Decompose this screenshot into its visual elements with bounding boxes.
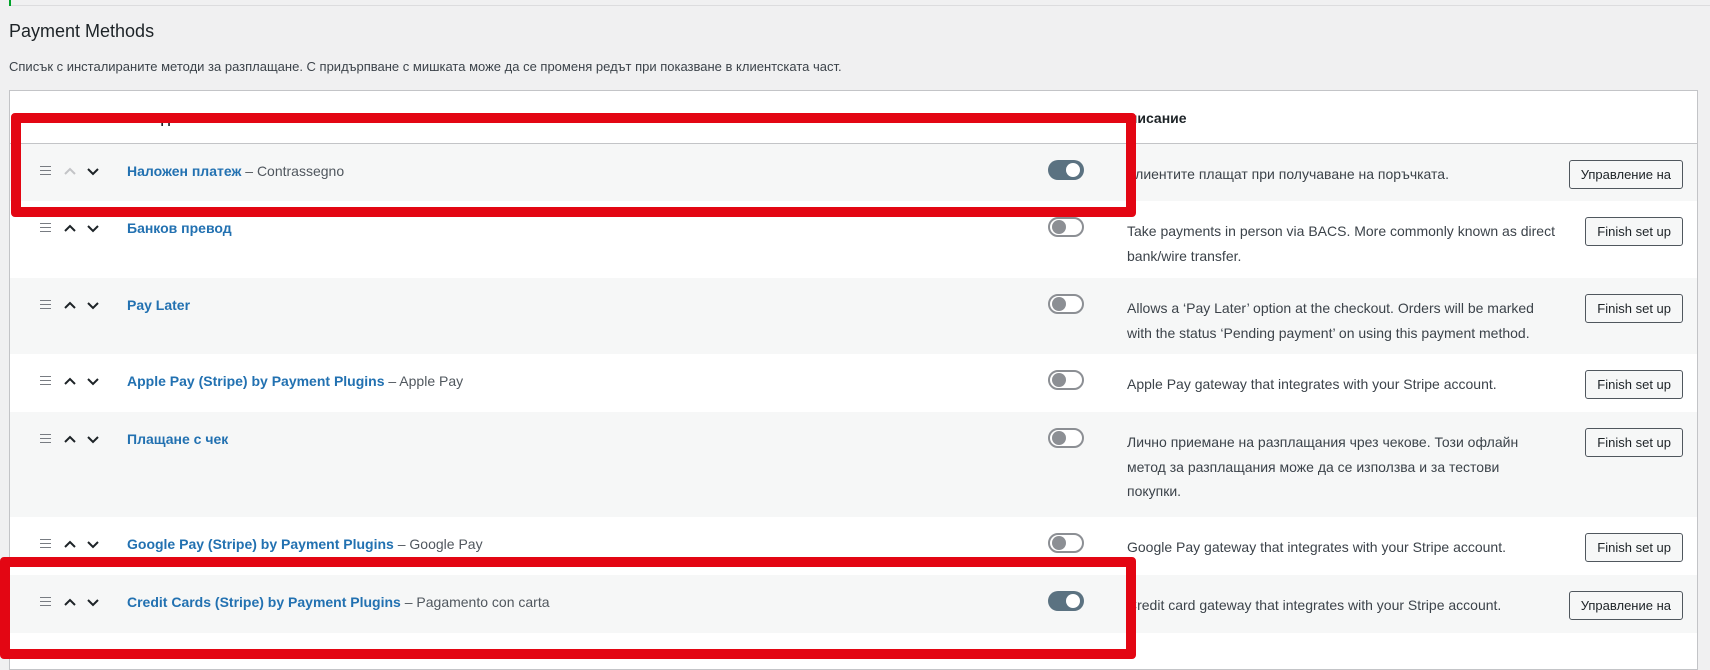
method-link[interactable]: Плащане с чек [127, 431, 228, 447]
toggle-knob [1052, 297, 1066, 311]
toggle-knob [1052, 373, 1066, 387]
finish-setup-button[interactable]: Finish set up [1585, 217, 1683, 246]
finish-setup-button[interactable]: Finish set up [1585, 294, 1683, 323]
sort-controls [30, 430, 105, 448]
sort-controls [30, 535, 105, 553]
drag-handle-icon[interactable] [40, 539, 51, 548]
page-description: Списък с инсталираните методи за разплащ… [9, 59, 842, 74]
page-title: Payment Methods [9, 21, 155, 41]
drag-handle-icon[interactable] [40, 376, 51, 385]
method-name: Банков превод [127, 220, 232, 236]
drag-handle-icon[interactable] [40, 434, 51, 443]
notice-border [9, 0, 1710, 6]
manage-button[interactable]: Управление на [1568, 160, 1683, 189]
method-description: Лично приемане на разплащания чрез чеков… [1127, 434, 1519, 499]
manage-button[interactable]: Управление на [1568, 591, 1683, 620]
method-description: Allows a ‘Pay Later’ option at the check… [1127, 300, 1534, 341]
sort-controls [30, 372, 105, 390]
move-up-icon[interactable] [62, 297, 78, 313]
move-down-icon[interactable] [85, 536, 101, 552]
toggle-knob [1052, 220, 1066, 234]
method-link[interactable]: Google Pay (Stripe) by Payment Plugins [127, 536, 394, 552]
highlight-box [11, 113, 1136, 217]
finish-setup-button[interactable]: Finish set up [1585, 370, 1683, 399]
enabled-toggle[interactable] [1048, 217, 1084, 237]
move-up-icon[interactable] [62, 431, 78, 447]
move-down-icon[interactable] [85, 297, 101, 313]
method-link[interactable]: Банков превод [127, 220, 232, 236]
finish-setup-button[interactable]: Finish set up [1585, 533, 1683, 562]
method-description: Apple Pay gateway that integrates with y… [1127, 376, 1497, 392]
toggle-knob [1052, 431, 1066, 445]
enabled-toggle[interactable] [1048, 533, 1084, 553]
move-up-icon[interactable] [62, 536, 78, 552]
enabled-toggle[interactable] [1048, 294, 1084, 314]
drag-handle-icon[interactable] [40, 223, 51, 232]
finish-setup-button[interactable]: Finish set up [1585, 428, 1683, 457]
move-up-icon[interactable] [62, 373, 78, 389]
method-description: Take payments in person via BACS. More c… [1127, 223, 1555, 264]
table-row: Apple Pay (Stripe) by Payment Plugins – … [10, 354, 1697, 412]
method-name: Pay Later [127, 297, 190, 313]
method-name: Плащане с чек [127, 431, 228, 447]
method-name: Google Pay (Stripe) by Payment Plugins –… [127, 536, 483, 552]
enabled-toggle[interactable] [1048, 428, 1084, 448]
method-description: Клиентите плащат при получаване на поръч… [1127, 166, 1449, 182]
method-subtitle: – Google Pay [393, 536, 483, 552]
table-row: Плащане с чек Лично приемане на разплащан… [10, 412, 1697, 517]
method-description: Google Pay gateway that integrates with … [1127, 539, 1506, 555]
highlight-box [0, 557, 1136, 659]
method-description: Credit card gateway that integrates with… [1127, 597, 1502, 613]
move-down-icon[interactable] [85, 431, 101, 447]
table-row: Pay Later Allows a ‘Pay Later’ option at … [10, 278, 1697, 354]
drag-handle-icon[interactable] [40, 300, 51, 309]
enabled-toggle[interactable] [1048, 370, 1084, 390]
move-down-icon[interactable] [85, 373, 101, 389]
sort-controls [30, 219, 105, 237]
method-link[interactable]: Apple Pay (Stripe) by Payment Plugins [127, 373, 385, 389]
method-name: Apple Pay (Stripe) by Payment Plugins – … [127, 373, 463, 389]
method-subtitle: – Apple Pay [384, 373, 464, 389]
move-down-icon[interactable] [85, 220, 101, 236]
method-link[interactable]: Pay Later [127, 297, 190, 313]
move-up-icon[interactable] [62, 220, 78, 236]
sort-controls [30, 296, 105, 314]
toggle-knob [1052, 536, 1066, 550]
